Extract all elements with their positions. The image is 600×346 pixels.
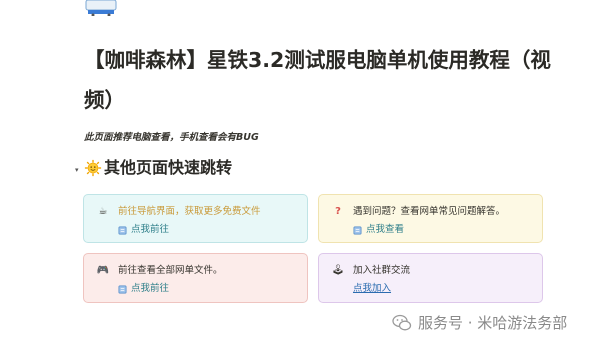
callout-all-files: 🎮 前往查看全部网单文件。 点我前往 (83, 253, 308, 303)
toggle-arrow-icon[interactable]: ▾ (75, 166, 79, 174)
watermark-text: 服务号 · 米哈游法务部 (418, 314, 568, 332)
callout-text: 加入社群交流 (353, 265, 411, 276)
callout-faq: ? 遇到问题？查看网单常见问题解答。 点我查看 (318, 194, 543, 243)
wechat-icon (392, 314, 412, 330)
joystick-icon: 🕹 (331, 265, 345, 276)
page-cover-icon (85, 0, 117, 16)
watermark: 服务号 · 米哈游法务部 (392, 312, 567, 333)
callout-text: 前往查看全部网单文件。 (118, 265, 223, 276)
page-link-icon (353, 226, 362, 234)
section-heading-label: 其他页面快速跳转 (104, 158, 233, 177)
device-note: 此页面推荐电脑查看，手机查看会有BUG (84, 132, 259, 143)
view-faq-link[interactable]: 点我查看 (366, 223, 404, 237)
join-community-link[interactable]: 点我加入 (353, 282, 391, 296)
coffee-icon: ☕ (98, 206, 108, 217)
view-all-files-link[interactable]: 点我前往 (131, 282, 169, 296)
gamepad-icon: 🎮 (96, 265, 110, 276)
page-link-icon (118, 226, 127, 234)
callout-text: 遇到问题？查看网单常见问题解答。 (353, 206, 506, 217)
page-link-icon (118, 285, 127, 293)
question-mark-icon: ? (335, 206, 341, 217)
callout-navigation: ☕ 前往导航界面，获取更多免费文件 点我前往 (83, 194, 308, 243)
go-navigation-link[interactable]: 点我前往 (131, 223, 169, 237)
callout-community: 🕹 加入社群交流 点我加入 (318, 253, 543, 303)
sun-emoji-icon (84, 159, 102, 177)
callout-text: 前往导航界面，获取更多免费文件 (118, 206, 261, 217)
section-heading[interactable]: 其他页面快速跳转 (84, 155, 232, 181)
page-title: 【咖啡森林】星铁3.2测试服电脑单机使用教程（视频） (84, 48, 551, 112)
